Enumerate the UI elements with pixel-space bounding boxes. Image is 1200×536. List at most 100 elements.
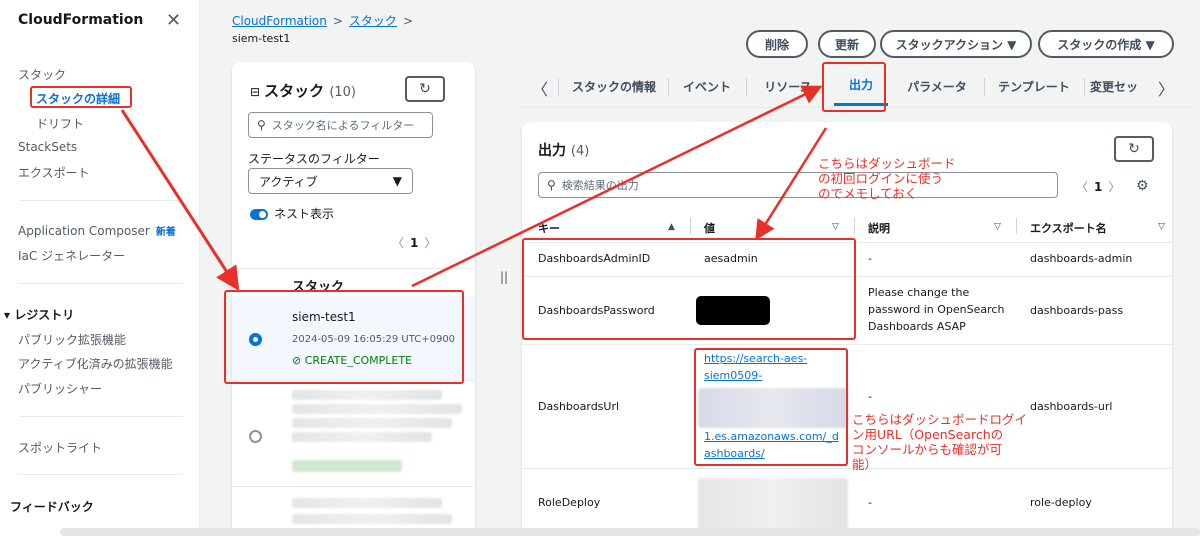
stack-list-pane: CloudFormation > スタック > siem-test1 ⊟ スタック (1… xyxy=(200,0,487,536)
nav-item-stack-details[interactable]: スタックの詳細 xyxy=(36,90,120,107)
status-filter-select[interactable]: アクティブ ▼ xyxy=(248,168,413,194)
output-export: dashboards-url xyxy=(1030,400,1113,413)
chevron-right-icon[interactable]: 〉 xyxy=(424,236,436,250)
table-divider xyxy=(232,268,475,269)
breadcrumb-cloudformation[interactable]: CloudFormation xyxy=(232,14,327,28)
stack-actions-button[interactable]: スタックアクション ▼ xyxy=(880,30,1032,58)
sort-icon[interactable]: ▽ xyxy=(832,222,839,232)
outputs-title: 出力 (4) xyxy=(538,140,589,160)
outputs-search-input[interactable] xyxy=(561,178,1057,192)
nav-item-drift[interactable]: ドリフト xyxy=(36,115,84,132)
tab-template[interactable]: テンプレート xyxy=(992,66,1076,106)
stack-detail-pane: 削除 更新 スタックアクション ▼ スタックの作成 ▼ 〈 スタックの情報 イベ… xyxy=(508,0,1200,536)
chevron-left-icon[interactable]: 〈 xyxy=(532,76,548,100)
column-header-export[interactable]: エクスポート名 xyxy=(1030,220,1107,236)
stack-radio[interactable] xyxy=(249,430,262,443)
nav-item-publisher[interactable]: パブリッシャー xyxy=(18,380,102,397)
stack-status-text: CREATE_COMPLETE xyxy=(304,354,413,367)
collapse-icon[interactable]: ⊟ xyxy=(250,85,260,99)
breadcrumb: CloudFormation > スタック > xyxy=(232,12,419,29)
column-header-key[interactable]: キー xyxy=(538,220,560,236)
redacted-stack-text xyxy=(292,432,432,442)
nav-item-stacks[interactable]: スタック xyxy=(18,66,66,83)
column-header-description[interactable]: 説明 xyxy=(868,220,890,236)
refresh-outputs-button[interactable]: ↻ xyxy=(1114,136,1154,162)
nav-item-iac-generator[interactable]: IaC ジェネレーター xyxy=(18,247,125,264)
sort-icon[interactable]: ▽ xyxy=(994,222,1001,232)
tab-separator xyxy=(558,78,559,96)
output-export: dashboards-pass xyxy=(1030,304,1124,317)
nav-item-feedback[interactable]: フィードバック xyxy=(10,498,94,515)
tab-parameters[interactable]: パラメータ xyxy=(898,66,976,106)
tab-change-sets[interactable]: 変更セッ xyxy=(1090,66,1152,106)
column-header-value[interactable]: 値 xyxy=(704,220,715,236)
redacted-stack-text xyxy=(292,404,462,414)
output-value: aesadmin xyxy=(704,252,758,265)
stack-radio-selected[interactable] xyxy=(249,333,262,346)
stack-filter-search[interactable]: ⚲ xyxy=(248,112,433,138)
stack-filter-input[interactable] xyxy=(271,118,432,132)
nav-item-stacksets[interactable]: StackSets xyxy=(18,140,77,154)
dashboards-url-link[interactable]: 1.es.amazonaws.com/_d ashboards/ xyxy=(704,430,839,460)
outputs-title-text: 出力 xyxy=(538,143,566,159)
panel-resize-handle[interactable]: || xyxy=(500,270,508,284)
nav-item-public-extensions[interactable]: パブリック拡張機能 xyxy=(18,331,126,348)
column-separator xyxy=(690,218,691,234)
delete-button[interactable]: 削除 xyxy=(746,30,808,58)
output-key: DashboardsUrl xyxy=(538,400,620,413)
nav-item-application-composer[interactable]: Application Composer 新着 xyxy=(18,223,176,238)
nav-divider xyxy=(18,474,183,475)
nav-item-spotlight[interactable]: スポットライト xyxy=(18,439,102,456)
dashboards-url-link[interactable]: https://search-aes-siem0509- xyxy=(704,352,807,382)
settings-icon[interactable]: ⚙ xyxy=(1136,178,1149,194)
chevron-right-icon: > xyxy=(332,14,343,28)
output-description: - xyxy=(868,496,872,509)
refresh-icon: ↻ xyxy=(1128,141,1140,157)
horizontal-scrollbar[interactable] xyxy=(60,528,1200,536)
caret-down-icon: ▾ xyxy=(4,308,15,322)
redacted-password xyxy=(696,296,770,325)
redacted-role-value xyxy=(698,478,848,530)
nav-item-label: Application Composer xyxy=(18,224,150,238)
tab-separator xyxy=(746,78,747,96)
tab-stack-info[interactable]: スタックの情報 xyxy=(564,66,664,106)
outputs-search[interactable]: ⚲ xyxy=(538,172,1058,198)
sort-ascending-icon[interactable]: ▲ xyxy=(668,222,675,232)
tab-separator xyxy=(1084,78,1085,96)
chevron-right-icon[interactable]: 〉 xyxy=(1158,76,1174,100)
update-button[interactable]: 更新 xyxy=(818,30,876,58)
redacted-stack-text xyxy=(292,418,452,428)
stack-name[interactable]: siem-test1 xyxy=(292,310,356,324)
chevron-right-icon[interactable]: 〉 xyxy=(1108,180,1120,194)
tab-outputs[interactable]: 出力 xyxy=(834,66,888,106)
output-description: - xyxy=(868,252,872,265)
chevron-right-icon: > xyxy=(402,14,413,28)
refresh-stacks-button[interactable]: ↻ xyxy=(405,76,445,102)
output-url-value: https://search-aes-siem0509- xyxy=(704,350,844,384)
table-divider xyxy=(522,344,1172,345)
outputs-count: (4) xyxy=(570,144,590,159)
chevron-left-icon[interactable]: 〈 xyxy=(392,236,404,250)
sort-icon[interactable]: ▽ xyxy=(1158,222,1165,232)
create-stack-button[interactable]: スタックの作成 ▼ xyxy=(1038,30,1174,58)
tab-events[interactable]: イベント xyxy=(674,66,740,106)
nav-item-activated-extensions[interactable]: アクティブ化済みの拡張機能 xyxy=(18,355,173,372)
output-key: DashboardsPassword xyxy=(538,304,655,317)
chevron-left-icon[interactable]: 〈 xyxy=(1076,180,1088,194)
output-key: DashboardsAdminID xyxy=(538,252,651,265)
stack-list-title: ⊟ スタック (10) xyxy=(250,80,356,101)
nav-section-registry[interactable]: ▾ レジストリ xyxy=(4,306,74,323)
breadcrumb-stacks[interactable]: スタック xyxy=(349,14,397,28)
column-separator xyxy=(854,218,855,234)
tab-resources[interactable]: リソース xyxy=(754,66,822,106)
nested-view-toggle[interactable] xyxy=(250,209,268,220)
nav-title: CloudFormation xyxy=(18,12,144,28)
nav-item-exports[interactable]: エクスポート xyxy=(18,164,90,181)
page-number[interactable]: 1 xyxy=(1094,180,1102,194)
search-icon: ⚲ xyxy=(257,118,266,132)
column-separator xyxy=(1016,218,1017,234)
close-icon[interactable]: ✕ xyxy=(166,10,181,31)
stack-column-header[interactable]: スタック xyxy=(292,276,344,295)
page-number[interactable]: 1 xyxy=(410,236,418,250)
stack-count: (10) xyxy=(329,85,356,100)
